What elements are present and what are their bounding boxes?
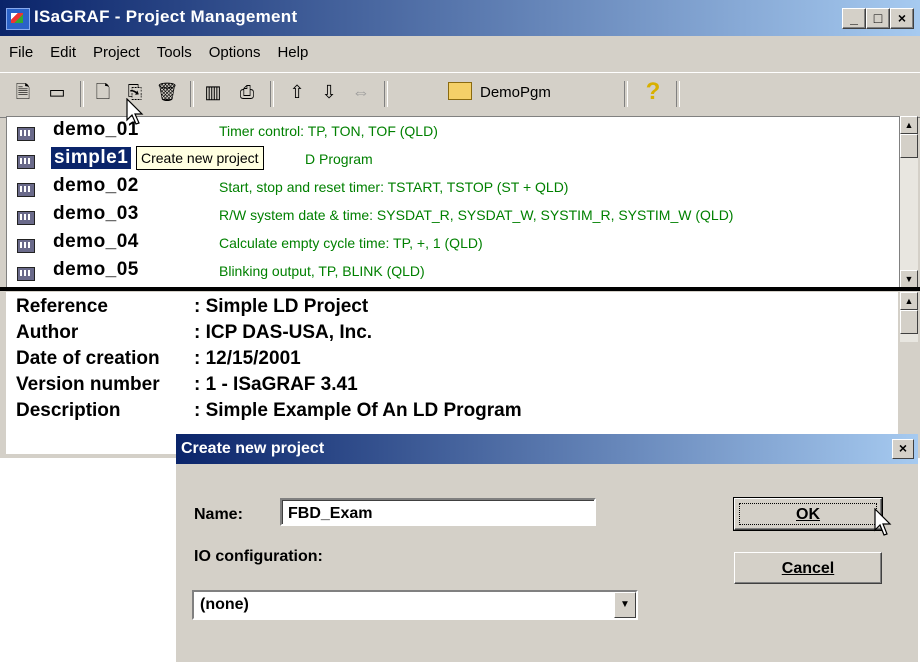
create-project-dialog: Create new project × Name: FBD_Exam IO c… (176, 434, 918, 662)
dialog-title-bar[interactable]: Create new project × (176, 434, 918, 464)
menu-tools[interactable]: Tools (148, 40, 200, 61)
menu-project[interactable]: Project (84, 40, 148, 61)
window-title: ISaGRAF - Project Management (34, 7, 298, 26)
menu-bar: File Edit Project Tools Options Help (0, 40, 920, 70)
delete-project-icon[interactable]: 🗑 (154, 79, 180, 105)
isagraf-app-icon (6, 8, 30, 30)
project-description: Calculate empty cycle time: TP, +, 1 (QL… (219, 235, 483, 251)
info-label: Author (16, 322, 79, 343)
ok-button[interactable]: OK (733, 497, 883, 531)
demo-program-label: DemoPgm (480, 84, 551, 101)
minimize-button[interactable]: _ (842, 8, 866, 29)
menu-options[interactable]: Options (200, 40, 269, 61)
io-configuration-label: IO configuration: (194, 548, 323, 565)
project-name: demo_02 (53, 175, 139, 196)
new-project-icon[interactable]: 🗋 (90, 79, 116, 105)
list-item[interactable]: demo_03 R/W system date & time: SYSDAT_R… (7, 203, 899, 227)
project-name: demo_05 (53, 259, 139, 280)
io-configuration-select[interactable]: (none) ▼ (192, 590, 638, 620)
info-value: : 1 - ISaGRAF 3.41 (194, 374, 358, 395)
library-icon[interactable]: ▥ (200, 79, 226, 105)
description-icon[interactable]: ▭ (44, 79, 70, 105)
project-description: Start, stop and reset timer: TSTART, TST… (219, 179, 569, 195)
list-item[interactable]: demo_04 Calculate empty cycle time: TP, … (7, 231, 899, 255)
menu-edit[interactable]: Edit (41, 40, 84, 61)
title-bar[interactable]: ISaGRAF - Project Management _ □ × (0, 0, 920, 36)
mouse-cursor-icon (874, 508, 892, 536)
project-description: Blinking output, TP, BLINK (QLD) (219, 263, 425, 279)
move-up-icon[interactable]: ⇧ (284, 79, 310, 105)
project-name: simple1 (51, 147, 132, 169)
info-pane-scrollbar[interactable]: ▲ (900, 292, 918, 342)
info-label: Reference (16, 296, 108, 317)
print-icon[interactable]: ⎙ (234, 79, 260, 105)
project-icon (17, 267, 35, 281)
project-name-input[interactable]: FBD_Exam (280, 498, 596, 526)
pane-divider[interactable] (0, 287, 920, 291)
project-icon (17, 127, 35, 141)
scroll-up-icon[interactable]: ▲ (900, 116, 918, 134)
project-description: R/W system date & time: SYSDAT_R, SYSDAT… (219, 207, 734, 223)
scroll-thumb[interactable] (900, 310, 918, 334)
list-item[interactable]: demo_05 Blinking output, TP, BLINK (QLD) (7, 259, 899, 283)
name-label: Name: (194, 506, 243, 523)
tooltip: Create new project (136, 146, 264, 170)
io-configuration-value: (none) (200, 596, 249, 613)
project-icon (17, 239, 35, 253)
folder-icon (448, 82, 472, 101)
project-icon (17, 183, 35, 197)
project-icon (17, 155, 35, 169)
close-button[interactable]: × (890, 8, 914, 29)
project-icon (17, 211, 35, 225)
move-down-icon[interactable]: ⇩ (316, 79, 342, 105)
project-description: D Program (305, 151, 373, 167)
main-window: ISaGRAF - Project Management _ □ × File E… (0, 0, 920, 458)
menu-help[interactable]: Help (268, 40, 316, 61)
info-value: : Simple Example Of An LD Program (194, 400, 522, 421)
info-label: Version number (16, 374, 160, 395)
scroll-up-icon[interactable]: ▲ (900, 292, 918, 310)
project-list-scrollbar[interactable]: ▲ ▼ (900, 116, 918, 288)
mouse-cursor-icon (126, 98, 144, 125)
project-name: demo_04 (53, 231, 139, 252)
open-project-icon[interactable]: 🗎 (10, 79, 36, 105)
project-description: Timer control: TP, TON, TOF (QLD) (219, 123, 438, 139)
info-value: : ICP DAS-USA, Inc. (194, 322, 373, 343)
scroll-down-icon[interactable]: ▼ (900, 270, 918, 288)
dialog-title: Create new project (181, 440, 325, 457)
demo-program-button[interactable]: DemoPgm (440, 79, 620, 107)
cancel-button[interactable]: Cancel (734, 552, 882, 584)
list-item[interactable]: demo_02 Start, stop and reset timer: TST… (7, 175, 899, 199)
project-info-pane: Reference : Simple LD Project Author : ICP… (6, 292, 898, 454)
info-label: Description (16, 400, 121, 421)
menu-file[interactable]: File (0, 40, 41, 61)
chevron-down-icon[interactable]: ▼ (614, 592, 636, 618)
sort-icon[interactable]: ⇔ (348, 79, 374, 105)
maximize-button[interactable]: □ (866, 8, 890, 29)
info-value: : Simple LD Project (194, 296, 369, 317)
dialog-close-button[interactable]: × (892, 439, 914, 459)
info-value: : 12/15/2001 (194, 348, 301, 369)
project-list: demo_01 Timer control: TP, TON, TOF (QLD… (6, 116, 900, 288)
scroll-thumb[interactable] (900, 134, 918, 158)
info-label: Date of creation (16, 348, 160, 369)
help-icon[interactable]: ? (640, 77, 666, 107)
project-name: demo_03 (53, 203, 139, 224)
